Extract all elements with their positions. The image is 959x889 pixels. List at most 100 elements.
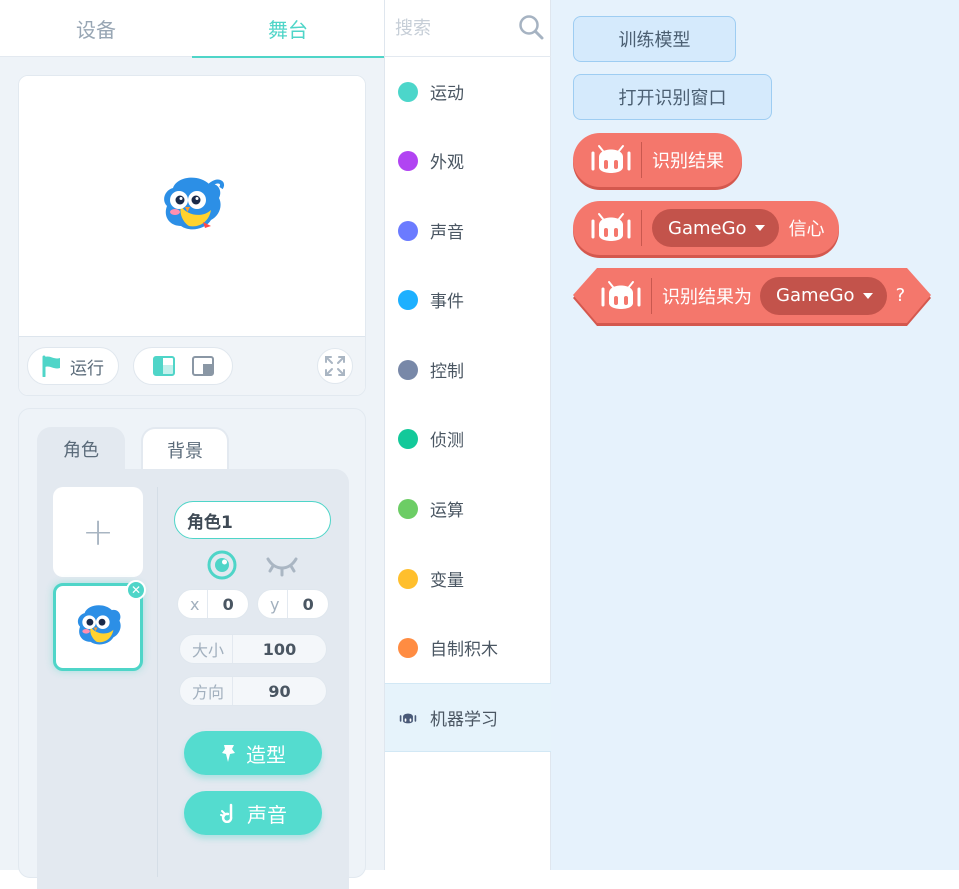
small-stage-icon[interactable] [152, 356, 175, 376]
category-dot [398, 498, 418, 519]
large-stage-icon[interactable] [191, 356, 214, 376]
flag-icon [42, 355, 60, 377]
sound-icon [220, 803, 233, 823]
dropdown-value: GameGo [776, 285, 855, 306]
direction-field[interactable]: 方向 90 [179, 676, 327, 706]
direction-value[interactable]: 90 [233, 682, 326, 701]
robot-icon [591, 213, 631, 241]
block-confidence[interactable]: GameGo 信心 [573, 201, 839, 255]
eye-open-icon[interactable] [206, 549, 238, 581]
block-recognition-result[interactable]: 识别结果 [573, 133, 742, 187]
direction-label: 方向 [180, 677, 234, 705]
size-label: 大小 [180, 635, 234, 663]
robot-icon [591, 145, 631, 173]
search-icon[interactable] [517, 13, 545, 41]
category-label: 侦测 [430, 431, 464, 451]
category-dot [398, 568, 418, 589]
category-dot [398, 637, 418, 658]
tab-backdrop[interactable]: 背景 [141, 427, 229, 471]
blocks-workspace: 训练模型 打开识别窗口 识别结果 GameGo 信心 识别结果为 GameGo … [551, 0, 959, 870]
costume-label: 造型 [246, 742, 286, 767]
block-label: ? [895, 285, 906, 306]
block-label: 信心 [788, 219, 825, 240]
category-dot [398, 220, 418, 241]
x-label: x [178, 590, 209, 618]
sprite-area: + ✕ 角色1 x 0 y 0 大小 100 方向 90 造型 声音 [37, 469, 349, 889]
category-label: 运算 [430, 501, 464, 521]
block-separator [651, 277, 652, 314]
block-result-is[interactable]: 识别结果为 GameGo ? [573, 268, 931, 326]
category-label: 机器学习 [430, 710, 498, 730]
category-label: 运动 [430, 84, 464, 104]
block-content: 识别结果为 GameGo ? [573, 268, 931, 323]
category-operators[interactable]: 运算 [385, 474, 551, 543]
open-recognition-window-button[interactable]: 打开识别窗口 [573, 74, 772, 120]
sound-label: 声音 [247, 802, 287, 827]
dropdown-value: GameGo [668, 217, 747, 239]
category-events[interactable]: 事件 [385, 265, 551, 334]
category-label: 事件 [430, 292, 464, 312]
y-value[interactable]: 0 [288, 595, 328, 614]
search-box [385, 0, 551, 57]
category-dot [398, 289, 418, 310]
block-label: 识别结果为 [662, 286, 752, 308]
category-label: 变量 [430, 571, 464, 591]
category-palette: 运动 外观 声音 事件 控制 侦测 运算 变量 自制积木 机器学 [385, 0, 551, 870]
x-field[interactable]: x 0 [177, 589, 249, 619]
y-field[interactable]: y 0 [257, 589, 329, 619]
stage-toolbar: 运行 [19, 336, 365, 395]
costume-button[interactable]: 造型 [184, 731, 322, 775]
stage-canvas[interactable] [19, 76, 365, 336]
category-dot [398, 81, 418, 102]
sprite-name-field[interactable]: 角色1 [174, 501, 331, 539]
tab-stage[interactable]: 舞台 [192, 0, 384, 58]
category-sound[interactable]: 声音 [385, 196, 551, 265]
category-label: 声音 [430, 223, 464, 243]
category-sensing[interactable]: 侦测 [385, 404, 551, 473]
category-dot [398, 359, 418, 380]
robot-icon [601, 280, 641, 309]
tab-sprite[interactable]: 角色 [37, 427, 125, 471]
category-label: 自制积木 [430, 640, 498, 660]
pin-icon [222, 745, 235, 762]
block-separator [641, 142, 642, 178]
x-value[interactable]: 0 [208, 595, 248, 614]
category-looks[interactable]: 外观 [385, 126, 551, 195]
size-field[interactable]: 大小 100 [179, 634, 327, 664]
category-dot [398, 428, 418, 449]
owl-bird-sprite [77, 605, 121, 645]
stage-layout-toggle [133, 347, 233, 385]
train-model-button[interactable]: 训练模型 [573, 16, 736, 62]
class-dropdown[interactable]: GameGo [760, 276, 887, 315]
chevron-down-icon [754, 225, 765, 231]
category-label: 外观 [430, 153, 464, 173]
robot-icon [399, 713, 417, 723]
eye-closed-icon[interactable] [265, 553, 299, 579]
chevron-down-icon [862, 292, 873, 299]
sprite-thumbnail[interactable]: ✕ [53, 580, 146, 671]
y-label: y [258, 590, 289, 618]
search-input[interactable] [395, 12, 513, 44]
top-tabs: 设备 舞台 [0, 0, 384, 58]
category-my-blocks[interactable]: 自制积木 [385, 613, 551, 682]
block-label: 识别结果 [652, 151, 724, 172]
close-icon[interactable]: ✕ [126, 580, 146, 600]
block-separator [641, 210, 642, 246]
size-value[interactable]: 100 [233, 640, 326, 659]
add-sprite-button[interactable]: + [53, 487, 143, 577]
category-dot [398, 150, 418, 171]
owl-bird-sprite[interactable] [159, 176, 225, 234]
tab-device[interactable]: 设备 [0, 0, 192, 57]
sprite-card: 角色 背景 + ✕ 角色1 x 0 y 0 大小 100 方向 90 造型 声音 [18, 408, 366, 889]
divider [157, 487, 158, 877]
fullscreen-button[interactable] [317, 348, 353, 384]
sound-button[interactable]: 声音 [184, 791, 322, 835]
category-machine-learning[interactable]: 机器学习 [385, 683, 551, 752]
category-motion[interactable]: 运动 [385, 57, 551, 126]
class-dropdown[interactable]: GameGo [652, 209, 779, 247]
run-button[interactable]: 运行 [27, 347, 119, 385]
run-label: 运行 [70, 358, 104, 379]
category-variables[interactable]: 变量 [385, 544, 551, 613]
category-label: 控制 [430, 362, 464, 382]
category-control[interactable]: 控制 [385, 335, 551, 404]
